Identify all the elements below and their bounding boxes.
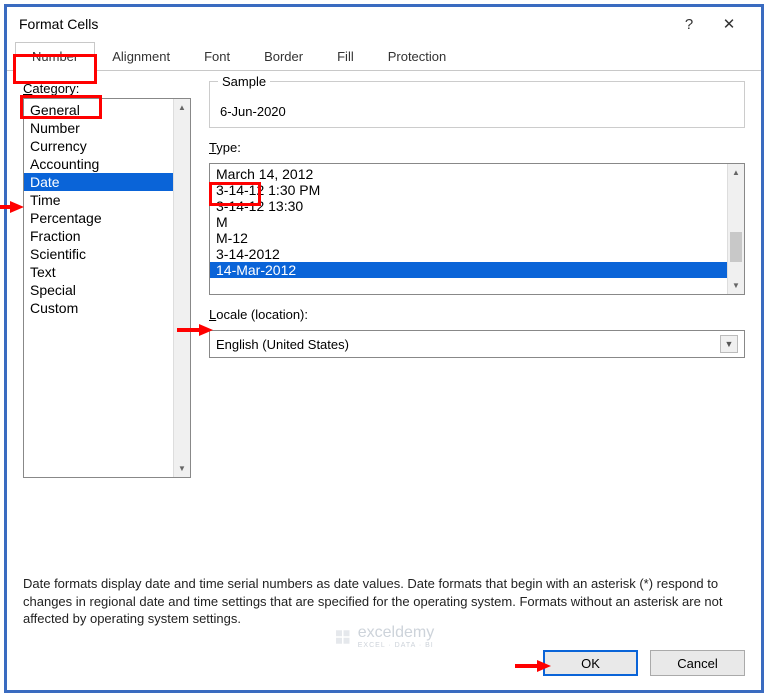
- type-list[interactable]: March 14, 2012 3-14-12 1:30 PM 3-14-12 1…: [209, 163, 745, 295]
- tabs: Number Alignment Font Border Fill Protec…: [7, 41, 761, 71]
- category-item-percentage[interactable]: Percentage: [24, 209, 173, 227]
- locale-value: English (United States): [216, 337, 720, 352]
- titlebar: Format Cells ? ✕: [7, 7, 761, 41]
- category-item-scientific[interactable]: Scientific: [24, 245, 173, 263]
- type-item[interactable]: M-12: [210, 230, 727, 246]
- help-button[interactable]: ?: [669, 16, 709, 33]
- sample-label: Sample: [218, 74, 270, 89]
- format-description: Date formats display date and time seria…: [23, 575, 745, 628]
- type-item[interactable]: M: [210, 214, 727, 230]
- scroll-thumb[interactable]: [730, 232, 742, 262]
- category-item-general[interactable]: General: [24, 101, 173, 119]
- dialog-title: Format Cells: [19, 16, 669, 32]
- category-item-time[interactable]: Time: [24, 191, 173, 209]
- tab-alignment[interactable]: Alignment: [95, 42, 187, 71]
- scroll-up-icon[interactable]: ▲: [174, 99, 190, 116]
- tab-protection[interactable]: Protection: [371, 42, 464, 71]
- scroll-down-icon[interactable]: ▼: [174, 460, 190, 477]
- scroll-down-icon[interactable]: ▼: [728, 277, 744, 294]
- category-item-custom[interactable]: Custom: [24, 299, 173, 317]
- category-item-date[interactable]: Date: [24, 173, 173, 191]
- sample-group: Sample 6-Jun-2020: [209, 81, 745, 128]
- close-button[interactable]: ✕: [709, 15, 749, 33]
- locale-label: Locale (location):: [209, 307, 745, 322]
- tab-number[interactable]: Number: [15, 42, 95, 71]
- type-item[interactable]: 3-14-12 1:30 PM: [210, 182, 727, 198]
- category-item-special[interactable]: Special: [24, 281, 173, 299]
- category-column: Category: General Number Currency Accoun…: [23, 81, 191, 555]
- details-column: Sample 6-Jun-2020 Type: March 14, 2012 3…: [209, 81, 745, 555]
- tab-font[interactable]: Font: [187, 42, 247, 71]
- category-label: Category:: [23, 81, 191, 96]
- type-item-selected[interactable]: 14-Mar-2012: [210, 262, 727, 278]
- locale-dropdown[interactable]: English (United States) ▼: [209, 330, 745, 358]
- format-cells-dialog: Format Cells ? ✕ Number Alignment Font B…: [7, 7, 761, 690]
- type-item[interactable]: 3-14-12 13:30: [210, 198, 727, 214]
- tab-content: Category: General Number Currency Accoun…: [7, 71, 761, 640]
- category-item-accounting[interactable]: Accounting: [24, 155, 173, 173]
- type-item[interactable]: March 14, 2012: [210, 166, 727, 182]
- type-label: Type:: [209, 140, 745, 155]
- sample-value: 6-Jun-2020: [220, 104, 734, 119]
- watermark: exceldemy EXCEL · DATA · BI: [334, 624, 434, 649]
- ok-button[interactable]: OK: [543, 650, 638, 676]
- watermark-icon: [334, 628, 352, 646]
- scroll-up-icon[interactable]: ▲: [728, 164, 744, 181]
- category-item-currency[interactable]: Currency: [24, 137, 173, 155]
- category-item-fraction[interactable]: Fraction: [24, 227, 173, 245]
- type-item[interactable]: 3-14-2012: [210, 246, 727, 262]
- category-item-number[interactable]: Number: [24, 119, 173, 137]
- category-item-text[interactable]: Text: [24, 263, 173, 281]
- tab-fill[interactable]: Fill: [320, 42, 371, 71]
- category-list[interactable]: General Number Currency Accounting Date …: [23, 98, 191, 478]
- chevron-down-icon[interactable]: ▼: [720, 335, 738, 353]
- type-scrollbar[interactable]: ▲ ▼: [727, 164, 744, 294]
- watermark-subtext: EXCEL · DATA · BI: [358, 642, 434, 649]
- category-scrollbar[interactable]: ▲ ▼: [173, 99, 190, 477]
- watermark-text: exceldemy: [358, 624, 434, 641]
- tab-border[interactable]: Border: [247, 42, 320, 71]
- cancel-button[interactable]: Cancel: [650, 650, 745, 676]
